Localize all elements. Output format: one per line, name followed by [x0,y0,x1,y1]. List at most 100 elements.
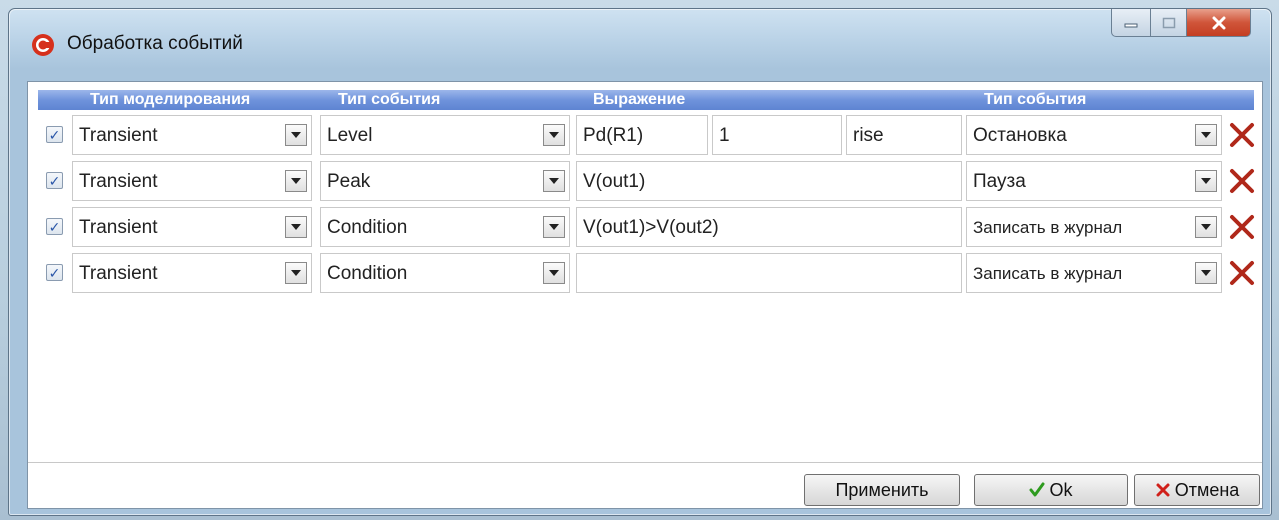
enable-checkbox[interactable]: ✓ [46,218,63,235]
chevron-down-icon [549,132,559,138]
ok-button[interactable]: Ok [974,474,1128,506]
dropdown-button[interactable] [1195,262,1217,284]
table-row: ✓ Transient Condition V(out1)>V(out2) За… [28,204,1264,248]
event-type-select[interactable]: Condition [320,253,570,293]
threshold-value: 1 [719,125,730,146]
delete-x-icon[interactable] [1228,167,1256,195]
chevron-down-icon [1201,178,1211,184]
delete-x-icon[interactable] [1228,121,1256,149]
event-type-value: Level [327,125,373,146]
table-row: ✓ Transient Level Pd(R1) 1 rise Остановк… [28,112,1264,156]
event-type-value: Condition [327,217,408,238]
close-icon [1156,483,1170,497]
close-icon [1212,16,1225,29]
dropdown-button[interactable] [285,170,307,192]
events-panel: Тип моделирования Тип события Выражение … [27,81,1263,509]
app-logo-icon [32,34,54,56]
ok-button-label: Ok [1049,479,1073,500]
action-select[interactable]: Пауза [966,161,1222,201]
sim-type-select[interactable]: Transient [72,115,312,155]
check-icon: ✓ [48,218,61,235]
enable-checkbox[interactable]: ✓ [46,126,63,143]
chevron-down-icon [291,224,301,230]
chevron-down-icon [1201,270,1211,276]
checkmark-icon [1029,482,1045,497]
expression-input[interactable]: V(out1)>V(out2) [576,207,962,247]
event-type-select[interactable]: Level [320,115,570,155]
caption-buttons [1111,9,1251,37]
action-select[interactable]: Остановка [966,115,1222,155]
event-type-select[interactable]: Peak [320,161,570,201]
dropdown-button[interactable] [285,262,307,284]
sim-type-select[interactable]: Transient [72,161,312,201]
close-window-button[interactable] [1187,9,1251,37]
maximize-icon [1162,17,1175,28]
header-action-type: Тип события [984,91,1087,108]
dropdown-button[interactable] [543,216,565,238]
event-type-value: Condition [327,263,408,284]
action-select[interactable]: Записать в журнал [966,207,1222,247]
table-header: Тип моделирования Тип события Выражение … [38,90,1254,110]
enable-checkbox[interactable]: ✓ [46,172,63,189]
chevron-down-icon [291,270,301,276]
expression-value: V(out1) [583,171,646,192]
chevron-down-icon [291,132,301,138]
dropdown-button[interactable] [285,124,307,146]
action-value: Остановка [973,125,1067,146]
edge-value: rise [853,125,884,146]
threshold-input[interactable]: 1 [712,115,842,155]
sim-type-value: Transient [79,217,158,238]
expression-input[interactable] [576,253,962,293]
dropdown-button[interactable] [285,216,307,238]
cancel-button-label: Отмена [1174,479,1240,500]
cancel-button[interactable]: Отмена [1134,474,1260,506]
apply-button-label: Применить [835,479,929,500]
check-icon: ✓ [48,172,61,189]
action-value: Пауза [973,171,1026,192]
minimize-icon [1124,23,1138,27]
edge-input[interactable]: rise [846,115,962,155]
chevron-down-icon [1201,132,1211,138]
sim-type-value: Transient [79,125,158,146]
chevron-down-icon [1201,224,1211,230]
action-value: Записать в журнал [973,218,1123,237]
check-icon: ✓ [48,126,61,143]
event-type-value: Peak [327,171,371,192]
dropdown-button[interactable] [1195,170,1217,192]
check-icon: ✓ [48,264,61,281]
sim-type-select[interactable]: Transient [72,207,312,247]
maximize-button[interactable] [1151,9,1187,37]
action-value: Записать в журнал [973,264,1123,283]
sim-type-value: Transient [79,263,158,284]
expression-value: V(out1)>V(out2) [583,217,719,238]
dropdown-button[interactable] [543,124,565,146]
chevron-down-icon [549,270,559,276]
action-select[interactable]: Записать в журнал [966,253,1222,293]
dropdown-button[interactable] [543,170,565,192]
window-title: Обработка событий [67,33,243,54]
footer-divider [28,462,1262,463]
dropdown-button[interactable] [1195,216,1217,238]
chevron-down-icon [549,178,559,184]
title-bar[interactable]: Обработка событий [9,9,1271,73]
table-row: ✓ Transient Condition Записать в журнал [28,250,1264,294]
dropdown-button[interactable] [1195,124,1217,146]
delete-x-icon[interactable] [1228,213,1256,241]
chevron-down-icon [291,178,301,184]
sim-type-select[interactable]: Transient [72,253,312,293]
minimize-button[interactable] [1111,9,1151,37]
event-type-select[interactable]: Condition [320,207,570,247]
table-row: ✓ Transient Peak V(out1) Пауза [28,158,1264,202]
expression-input[interactable]: Pd(R1) [576,115,708,155]
expression-value: Pd(R1) [583,125,644,146]
delete-x-icon[interactable] [1228,259,1256,287]
event-handling-dialog: Обработка событий Тип моделирования Тип … [8,8,1272,516]
dropdown-button[interactable] [543,262,565,284]
chevron-down-icon [549,224,559,230]
expression-input[interactable]: V(out1) [576,161,962,201]
header-expression: Выражение [593,91,686,108]
apply-button[interactable]: Применить [804,474,960,506]
header-sim-type: Тип моделирования [90,91,251,108]
header-event-type: Тип события [338,91,441,108]
enable-checkbox[interactable]: ✓ [46,264,63,281]
